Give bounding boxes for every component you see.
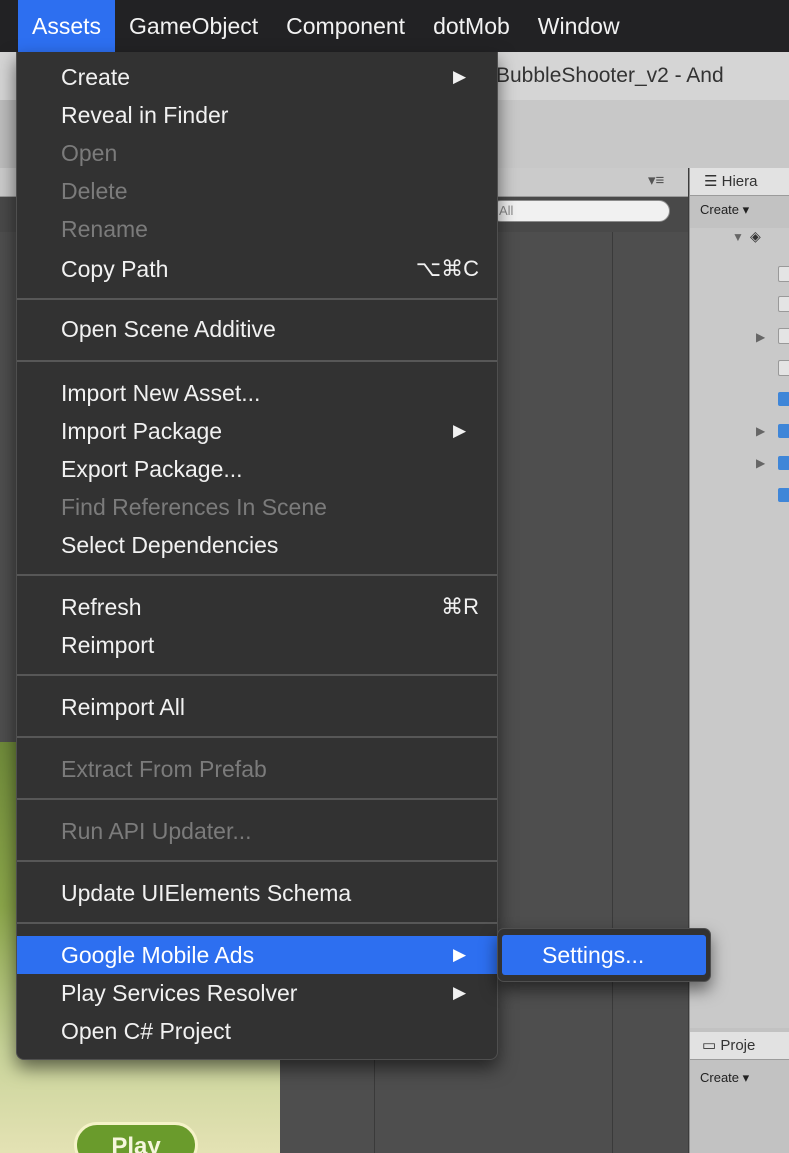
menu-separator [17,574,497,576]
menu-separator [17,798,497,800]
submenu-item-settings[interactable]: Settings... [502,935,706,975]
menu-item-label: Find References In Scene [61,494,327,520]
expand-triangle-icon[interactable]: ▶ [756,424,765,438]
hierarchy-icon: ☰ [704,173,722,190]
project-tab-label: Proje [720,1037,756,1054]
submenu-arrow-icon: ▶ [453,983,467,1002]
menu-item-label: Play Services Resolver [61,980,298,1006]
gameobject-icon[interactable] [778,266,789,282]
menu-item-label: Delete [61,178,128,204]
window-title: BubbleShooter_v2 - And [496,64,724,87]
project-create-label: Create [700,1070,740,1085]
project-tab[interactable]: ▭ Proje [690,1032,789,1060]
menu-item-label: Reveal in Finder [61,102,229,128]
hierarchy-tab[interactable]: ☰ Hiera [690,168,789,196]
menu-window[interactable]: Window [524,0,634,52]
menu-separator [17,360,497,362]
menu-item-label: Create [61,64,131,90]
game-play-button[interactable]: Play [74,1122,198,1153]
dropdown-icon: ▾ [742,1070,750,1085]
gameobject-icon[interactable] [778,296,789,312]
menu-item-find-references-in-scene: Find References In Scene [17,488,497,526]
expand-triangle-icon[interactable]: ▶ [756,330,765,344]
menu-item-label: Open Scene Additive [61,316,276,342]
menu-item-label: Update UIElements Schema [61,880,352,906]
hierarchy-tab-label: Hiera [721,173,758,190]
submenu-arrow-icon: ▶ [453,67,467,86]
menu-item-reimport[interactable]: Reimport [17,626,497,664]
menu-item-run-api-updater: Run API Updater... [17,812,497,850]
menu-item-label: Import Package [61,418,223,444]
menu-item-label: Extract From Prefab [61,756,267,782]
submenu-arrow-icon: ▶ [453,945,467,964]
menu-bar: Assets GameObject Component dotMob Windo… [0,0,789,52]
menu-item-label: Reimport [61,632,155,658]
gameobject-icon[interactable] [778,328,789,344]
menu-item-open: Open [17,134,497,172]
scene-search-input[interactable]: All [490,200,670,222]
unity-scene-icon: ◈ [750,228,761,244]
menu-item-reveal-in-finder[interactable]: Reveal in Finder [17,96,497,134]
gameobject-icon[interactable] [778,360,789,376]
menu-item-label: Copy Path [61,256,169,282]
menu-item-update-uielements-schema[interactable]: Update UIElements Schema [17,874,497,912]
menu-component[interactable]: Component [272,0,419,52]
menu-separator [17,674,497,676]
project-panel: ▭ Proje Create ▾ [689,1032,789,1153]
menu-item-export-package[interactable]: Export Package... [17,450,497,488]
menu-item-label: Open C# Project [61,1018,232,1044]
menu-item-label: Google Mobile Ads [61,942,255,968]
dropdown-icon: ▾ [742,202,750,217]
menu-item-play-services-resolver[interactable]: Play Services Resolver ▶ [17,974,497,1012]
menu-separator [17,860,497,862]
submenu-item-label: Settings... [542,942,645,968]
menu-item-rename: Rename [17,210,497,248]
prefab-icon[interactable] [778,392,789,406]
hierarchy-tree: ▼ ◈ ▶ ▶ ▶ [690,228,789,1028]
hierarchy-create-label: Create [700,202,740,217]
menu-dotmob[interactable]: dotMob [419,0,524,52]
menu-item-delete: Delete [17,172,497,210]
menu-assets[interactable]: Assets [18,0,116,52]
menu-shortcut: ⌥⌘C [415,256,479,281]
menu-separator [17,736,497,738]
folder-icon: ▭ [702,1037,721,1054]
menu-item-label: Import New Asset... [61,380,261,406]
menu-item-label: Select Dependencies [61,532,279,558]
menu-separator [17,922,497,924]
menu-item-label: Rename [61,216,148,242]
expand-triangle-icon[interactable]: ▼ [732,230,744,244]
menu-item-google-mobile-ads[interactable]: Google Mobile Ads ▶ [17,936,497,974]
menu-item-open-csharp-project[interactable]: Open C# Project [17,1012,497,1050]
menu-item-select-dependencies[interactable]: Select Dependencies [17,526,497,564]
submenu-arrow-icon: ▶ [453,421,467,440]
menu-gameobject[interactable]: GameObject [115,0,272,52]
menu-item-extract-from-prefab: Extract From Prefab [17,750,497,788]
expand-triangle-icon[interactable]: ▶ [756,456,765,470]
prefab-icon[interactable] [778,456,789,470]
menu-item-label: Run API Updater... [61,818,252,844]
menu-item-reimport-all[interactable]: Reimport All [17,688,497,726]
menu-item-label: Open [61,140,118,166]
menu-item-label: Refresh [61,594,142,620]
google-mobile-ads-submenu: Settings... [497,928,711,982]
hierarchy-create-button[interactable]: Create ▾ [700,202,749,218]
grid-line [612,232,613,1153]
menu-item-import-new-asset[interactable]: Import New Asset... [17,374,497,412]
menu-item-label: Export Package... [61,456,243,482]
menu-item-create[interactable]: Create ▶ [17,58,497,96]
prefab-icon[interactable] [778,488,789,502]
menu-item-refresh[interactable]: Refresh ⌘R [17,588,497,626]
project-create-button[interactable]: Create ▾ [700,1070,749,1086]
menu-item-copy-path[interactable]: Copy Path ⌥⌘C [17,250,497,288]
panel-menu-icon[interactable]: ▾≡ [648,171,664,189]
hierarchy-panel: ☰ Hiera Create ▾ ▼ ◈ ▶ ▶ ▶ [689,168,789,1038]
menu-separator [17,298,497,300]
prefab-icon[interactable] [778,424,789,438]
menu-item-import-package[interactable]: Import Package ▶ [17,412,497,450]
menu-item-label: Reimport All [61,694,185,720]
menu-shortcut: ⌘R [441,594,479,619]
assets-menu: Create ▶ Reveal in Finder Open Delete Re… [16,52,498,1060]
menu-item-open-scene-additive[interactable]: Open Scene Additive [17,310,497,348]
